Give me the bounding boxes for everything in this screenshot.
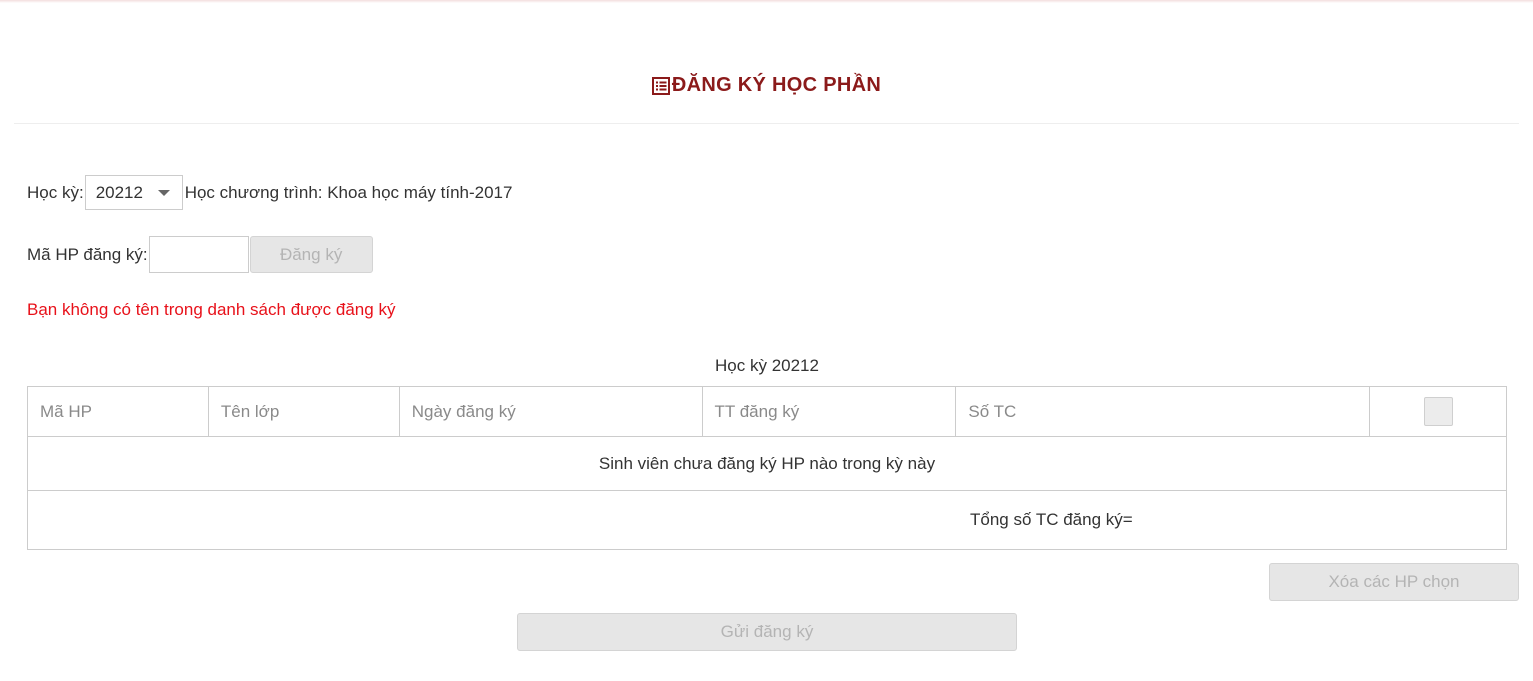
column-header-class-name: Tên lớp	[207, 386, 400, 437]
page-title-text: ĐĂNG KÝ HỌC PHẦN	[671, 74, 882, 96]
delete-selected-button[interactable]: Xóa các HP chọn	[1269, 563, 1519, 601]
column-header-select-all	[1369, 386, 1507, 437]
select-all-checkbox[interactable]	[1423, 397, 1453, 426]
semester-select-value: 20212	[95, 182, 143, 202]
total-credits: Tổng số TC đăng ký=	[27, 490, 1507, 550]
page-header: ĐĂNG KÝ HỌC PHẦN	[14, 60, 1519, 124]
column-header-course-code: Mã HP	[27, 386, 209, 437]
page-title: ĐĂNG KÝ HỌC PHẦN	[651, 74, 882, 97]
chevron-down-icon	[157, 190, 170, 196]
semester-row: Học kỳ: 20212 Học chương trình: Khoa học…	[27, 174, 512, 211]
semester-select[interactable]: 20212	[84, 175, 183, 210]
register-button[interactable]: Đăng ký	[249, 236, 373, 273]
semester-label: Học kỳ:	[27, 182, 84, 202]
warning-message: Bạn không có tên trong danh sách được đă…	[27, 300, 396, 319]
column-header-credits: Số TC	[955, 386, 1371, 437]
register-row: Mã HP đăng ký: Đăng ký	[27, 236, 373, 273]
program-text: Học chương trình: Khoa học máy tính-2017	[184, 182, 513, 202]
registration-table: Mã HP Tên lớp Ngày đăng ký TT đăng ký Số…	[27, 386, 1507, 550]
column-header-register-date: Ngày đăng ký	[398, 386, 703, 437]
table-caption: Học kỳ 20212	[715, 356, 819, 375]
course-code-input[interactable]	[148, 236, 249, 273]
table-row: Tổng số TC đăng ký=	[27, 490, 1507, 550]
empty-message: Sinh viên chưa đăng ký HP nào trong kỳ n…	[27, 436, 1507, 491]
course-code-label: Mã HP đăng ký:	[27, 244, 148, 264]
list-icon	[651, 76, 670, 95]
table-header-row: Mã HP Tên lớp Ngày đăng ký TT đăng ký Số…	[27, 386, 1507, 437]
table-row: Sinh viên chưa đăng ký HP nào trong kỳ n…	[27, 436, 1507, 491]
top-border	[0, 0, 1533, 3]
column-header-register-status: TT đăng ký	[701, 386, 957, 437]
submit-registration-button[interactable]: Gửi đăng ký	[517, 613, 1017, 651]
